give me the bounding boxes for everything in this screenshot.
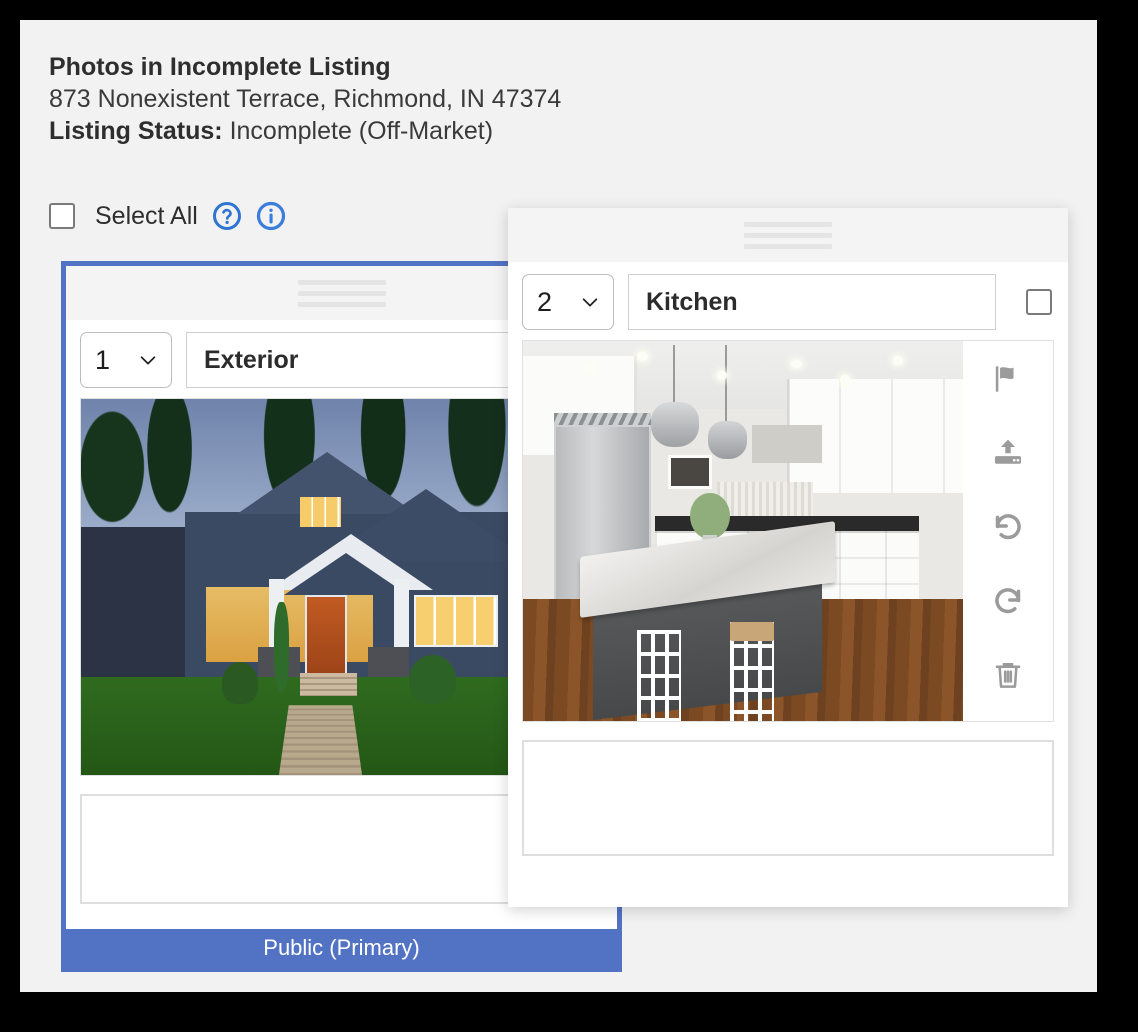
photo-actions-toolbar [963, 341, 1053, 721]
photo-card-kitchen[interactable]: 2 Kitchen [508, 208, 1068, 907]
photo-thumbnail-kitchen[interactable] [523, 341, 963, 721]
drag-bar [744, 221, 832, 227]
select-all-checkbox[interactable] [49, 203, 75, 229]
flag-icon[interactable] [986, 357, 1030, 401]
primary-badge-label: Public (Primary) [263, 935, 420, 960]
trash-icon[interactable] [986, 653, 1030, 697]
select-all-row: Select All [49, 196, 286, 236]
photo-select-checkbox[interactable] [1026, 289, 1052, 315]
chevron-down-icon [140, 356, 156, 365]
listing-heading: Photos in Incomplete Listing [49, 53, 391, 81]
info-circle-icon[interactable] [256, 201, 286, 231]
page-surface: Photos in Incomplete Listing 873 Nonexis… [20, 20, 1097, 992]
drag-bar [744, 232, 832, 238]
photo-select-checkbox-wrap [1010, 289, 1068, 315]
photo-description-textarea[interactable] [522, 740, 1054, 856]
photo-caption-value: Kitchen [646, 287, 738, 316]
upload-icon[interactable] [986, 431, 1030, 475]
kitchen-illustration [523, 341, 963, 721]
listing-address: 873 Nonexistent Terrace, Richmond, IN 47… [49, 85, 562, 113]
status-badge-public-primary: Public (Primary) [66, 929, 617, 967]
question-circle-icon[interactable] [212, 201, 242, 231]
drag-handle-icon[interactable] [508, 208, 1068, 262]
chevron-down-icon [582, 298, 598, 307]
drag-bar [297, 301, 386, 307]
drag-bar [744, 243, 832, 249]
photo-area [522, 340, 1054, 722]
rotate-right-icon[interactable] [986, 579, 1030, 623]
select-all-label: Select All [95, 201, 198, 230]
photo-caption-input[interactable]: Kitchen [628, 274, 996, 330]
app-frame: Photos in Incomplete Listing 873 Nonexis… [0, 0, 1138, 1032]
photo-order-select[interactable]: 1 [80, 332, 172, 388]
photo-order-select[interactable]: 2 [522, 274, 614, 330]
drag-bar [297, 290, 386, 296]
listing-status-value: Incomplete (Off-Market) [229, 117, 494, 145]
page-title: Photos in Incomplete Listing 873 Nonexis… [49, 51, 1049, 147]
drag-bar [297, 279, 386, 285]
listing-status-line: Listing Status: Incomplete (Off-Market) [49, 115, 1049, 147]
photo-caption-value: Exterior [204, 345, 299, 374]
rotate-left-icon[interactable] [986, 505, 1030, 549]
photo-order-value: 1 [95, 344, 111, 375]
listing-status-label: Listing Status: [49, 117, 223, 145]
photo-order-value: 2 [537, 286, 553, 317]
card-top-row: 2 Kitchen [508, 262, 1068, 340]
